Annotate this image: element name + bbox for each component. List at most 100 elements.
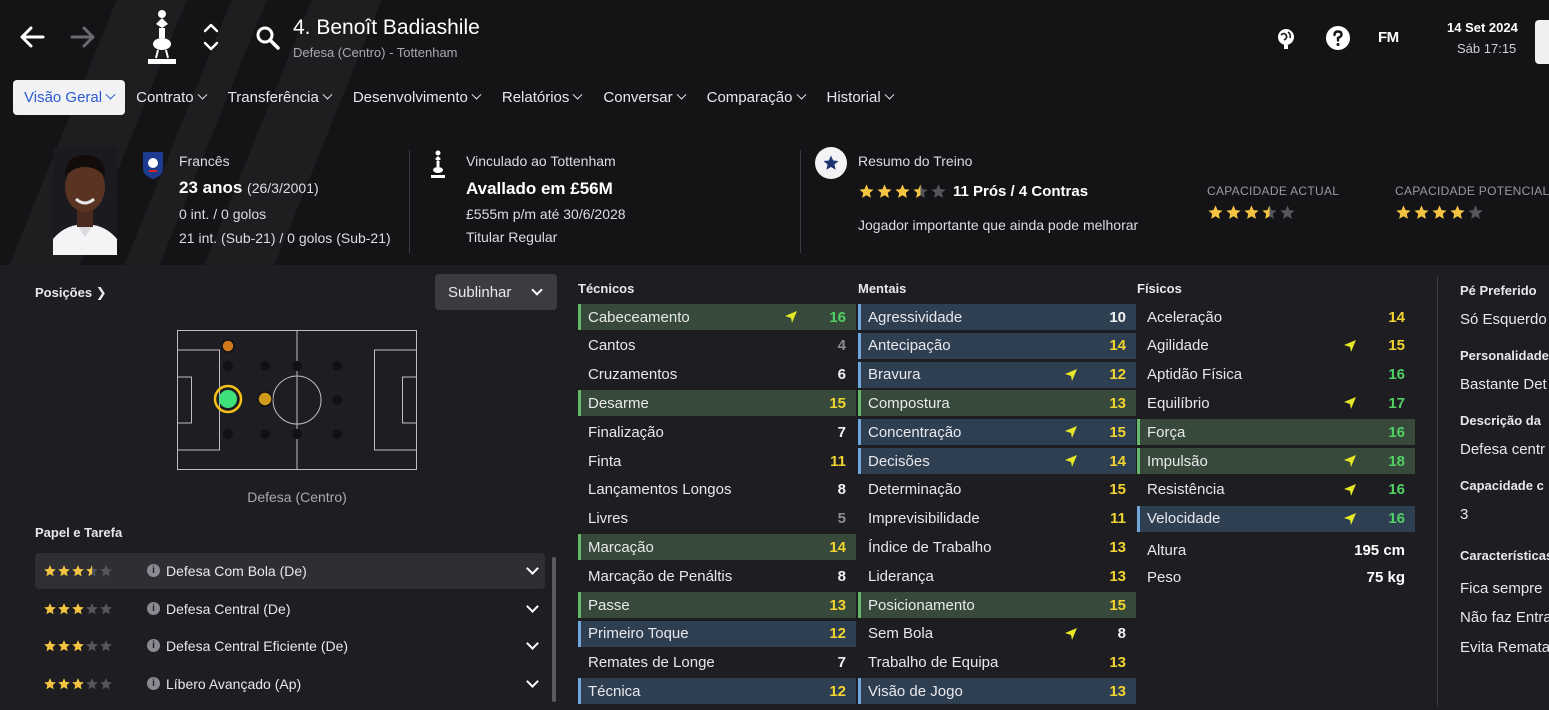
star-icon (1414, 205, 1429, 219)
attribute-row[interactable]: Agilidade 15 (1137, 333, 1415, 359)
attribute-row[interactable]: Marcação de Penáltis 8 (578, 563, 856, 589)
tab-overview[interactable]: Visão Geral (13, 80, 126, 115)
attribute-row[interactable]: Passe 13 (578, 592, 856, 618)
attribute-row[interactable]: Decisões 14 (858, 448, 1136, 474)
international-caps: 0 int. / 0 golos (179, 206, 267, 222)
chevron-down-icon[interactable] (526, 637, 539, 650)
attribute-value: 15 (1109, 596, 1126, 614)
attribute-row[interactable]: Compostura 13 (858, 390, 1136, 417)
training-title[interactable]: Resumo do Treino (858, 153, 972, 169)
continue-button[interactable] (1535, 20, 1549, 64)
attribute-row[interactable]: Impulsão 18 (1137, 448, 1415, 474)
tab-history[interactable]: Historial (816, 80, 904, 115)
attribute-row[interactable]: Imprevisibilidade 11 (858, 506, 1136, 532)
role-row[interactable]: i Defesa Com Bola (De) (35, 553, 545, 589)
attribute-name: Finalização (588, 423, 664, 441)
description: Defesa centr (1460, 441, 1546, 458)
attribute-row[interactable]: Remates de Longe 7 (578, 650, 856, 676)
star-icon (44, 603, 56, 615)
attribute-row[interactable]: Força 16 (1137, 419, 1415, 446)
positions-link[interactable]: Posições ❯ (35, 285, 107, 301)
current-date: 14 Set 2024 (1447, 20, 1518, 35)
attribute-row[interactable]: Velocidade 16 (1137, 505, 1415, 532)
attribute-row[interactable]: Finta 11 (578, 448, 856, 474)
attribute-row[interactable]: Resistência 16 (1137, 477, 1415, 503)
tab-talk[interactable]: Conversar (592, 80, 695, 115)
star-icon (1208, 205, 1223, 219)
club-link[interactable]: Vinculado ao Tottenham (466, 153, 616, 169)
attribute-row[interactable]: Antecipação 14 (858, 332, 1136, 359)
trait-item[interactable]: Evita Remata (1460, 639, 1549, 656)
attribute-value: 13 (1109, 567, 1126, 585)
age: 23 anos (179, 178, 243, 197)
forward-button[interactable] (66, 20, 100, 54)
star-icon (86, 565, 98, 577)
attribute-row[interactable]: Posicionamento 15 (858, 592, 1136, 618)
attribute-name: Imprevisibilidade (868, 510, 980, 528)
attribute-row[interactable]: Liderança 13 (858, 563, 1136, 589)
attribute-name: Bravura (868, 366, 921, 384)
attribute-row[interactable]: Finalização 7 (578, 419, 856, 445)
fm-logo[interactable]: FM (1378, 29, 1399, 46)
chevron-down-icon[interactable] (526, 675, 539, 688)
trait-item[interactable]: Não faz Entra (1460, 609, 1549, 626)
role-row[interactable]: i Defesa Central Eficiente (De) (35, 628, 545, 664)
attribute-row[interactable]: Determinação 15 (858, 477, 1136, 503)
role-row[interactable]: i Defesa Central (De) (35, 591, 545, 627)
attribute-row[interactable]: Lançamentos Longos 8 (578, 477, 856, 503)
tab-reports[interactable]: Relatórios (491, 80, 593, 115)
attribute-name: Desarme (588, 394, 649, 412)
help-button[interactable] (1324, 24, 1352, 52)
info-icon[interactable]: i (147, 677, 160, 690)
tab-transfer[interactable]: Transferência (217, 80, 342, 115)
chevron-down-icon[interactable] (526, 562, 539, 575)
tab-bar: Visão Geral Contrato Transferência Desen… (13, 80, 904, 115)
attribute-row[interactable]: Primeiro Toque 12 (578, 620, 856, 647)
attribute-row[interactable]: Trabalho de Equipa 13 (858, 650, 1136, 676)
attribute-row[interactable]: Marcação 14 (578, 534, 856, 561)
attribute-row[interactable]: Cabeceamento 16 (578, 304, 856, 330)
chevron-down-icon[interactable] (526, 600, 539, 613)
info-icon[interactable]: i (147, 639, 160, 652)
attribute-row[interactable]: Técnica 12 (578, 678, 856, 705)
roles-scrollbar[interactable] (552, 557, 556, 702)
attribute-row[interactable]: Aptidão Física 16 (1137, 362, 1415, 388)
attribute-row[interactable]: Bravura 12 (858, 361, 1136, 388)
tab-label: Transferência (227, 89, 319, 106)
club-crest-icon[interactable] (140, 6, 184, 66)
star-icon (100, 603, 112, 615)
attribute-row[interactable]: Cantos 4 (578, 333, 856, 359)
back-button[interactable] (15, 20, 49, 54)
tab-comparison[interactable]: Comparação (696, 80, 816, 115)
position-pitch[interactable] (177, 330, 417, 470)
traits-label: Características (1460, 548, 1549, 563)
attribute-row[interactable]: Equilíbrio 17 (1137, 390, 1415, 416)
attribute-value: 6 (837, 366, 846, 384)
attribute-value: 16 (1388, 423, 1405, 441)
role-row[interactable]: i Líbero Avançado (Ap) (35, 666, 545, 702)
info-icon[interactable]: i (147, 602, 160, 615)
info-icon[interactable]: i (147, 564, 160, 577)
tab-contract[interactable]: Contrato (125, 80, 217, 115)
attribute-row[interactable]: Concentração 15 (858, 419, 1136, 446)
player-switch-icon[interactable] (202, 20, 220, 54)
attribute-row[interactable]: Desarme 15 (578, 390, 856, 417)
attribute-row[interactable]: Índice de Trabalho 13 (858, 534, 1136, 560)
attribute-row[interactable]: Sem Bola 8 (858, 621, 1136, 647)
search-icon[interactable] (255, 25, 281, 51)
tab-development[interactable]: Desenvolvimento (342, 80, 491, 115)
star-icon (86, 640, 98, 652)
trait-item[interactable]: Fica sempre (1460, 580, 1543, 597)
attribute-value: 11 (830, 452, 846, 470)
attribute-row[interactable]: Cruzamentos 6 (578, 362, 856, 388)
world-button[interactable] (1272, 24, 1300, 52)
attribute-name: Equilíbrio (1147, 394, 1210, 412)
attribute-row[interactable]: Livres 5 (578, 506, 856, 532)
attribute-row[interactable]: Aceleração 14 (1137, 304, 1415, 330)
attribute-value: 8 (1117, 625, 1126, 643)
attribute-row[interactable]: Visão de Jogo 13 (858, 678, 1136, 705)
attribute-row[interactable]: Agressividade 10 (858, 304, 1136, 330)
attribute-value: 14 (829, 538, 846, 556)
star-icon (1244, 205, 1259, 219)
highlight-dropdown[interactable]: Sublinhar (435, 274, 557, 310)
